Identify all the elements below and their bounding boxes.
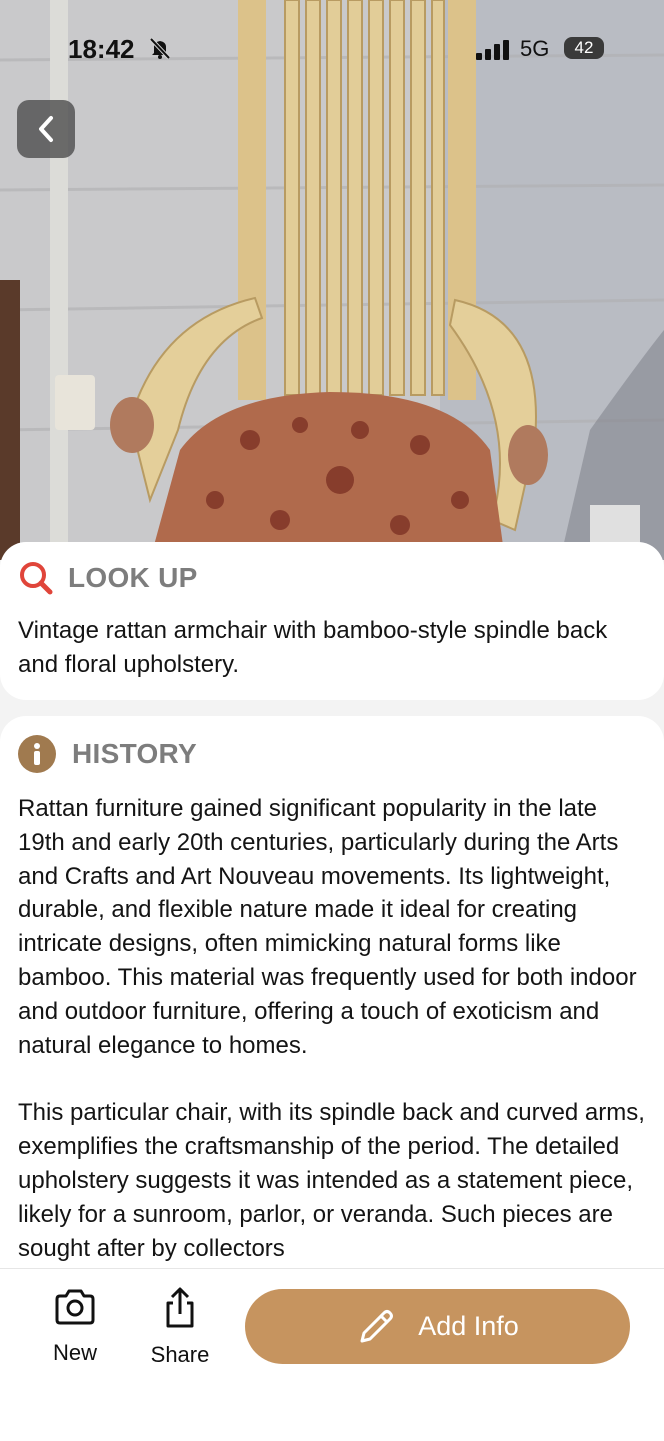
signal-icon bbox=[476, 40, 510, 65]
battery-level: 42 bbox=[564, 37, 604, 59]
add-info-label: Add Info bbox=[418, 1311, 519, 1341]
share-label: Share bbox=[150, 1342, 210, 1367]
history-paragraph: Rattan furniture gained significant popu… bbox=[18, 795, 637, 1059]
status-bar: 18:42 5G 42 bbox=[0, 0, 664, 100]
share-button[interactable]: Share bbox=[145, 1287, 215, 1368]
bottom-toolbar: New Share Add Info bbox=[0, 1268, 664, 1441]
search-icon bbox=[20, 562, 53, 595]
back-chevron-icon bbox=[39, 116, 53, 142]
new-label: New bbox=[52, 1340, 97, 1365]
lookup-header: LOOK UP bbox=[18, 542, 646, 614]
lookup-card: LOOK UP Vintage rattan armchair with bam… bbox=[0, 542, 664, 700]
share-icon bbox=[166, 1287, 194, 1328]
history-paragraph: This particular chair, with its spindle … bbox=[18, 1099, 645, 1262]
info-icon bbox=[18, 735, 56, 773]
lookup-description: Vintage rattan armchair with bamboo-styl… bbox=[18, 617, 608, 678]
history-header: HISTORY bbox=[18, 716, 646, 792]
lookup-title: LOOK UP bbox=[68, 562, 198, 593]
pencil-icon bbox=[360, 1309, 394, 1342]
network-type: 5G bbox=[520, 36, 550, 61]
bell-slash-icon bbox=[148, 36, 172, 65]
add-info-button[interactable]: Add Info bbox=[245, 1289, 630, 1364]
new-button[interactable]: New bbox=[40, 1287, 110, 1366]
back-button[interactable] bbox=[17, 100, 75, 158]
status-time: 18:42 bbox=[68, 34, 135, 64]
history-card: HISTORY Rattan furniture gained signific… bbox=[0, 716, 664, 1316]
camera-icon bbox=[55, 1289, 95, 1325]
history-title: HISTORY bbox=[72, 738, 198, 769]
